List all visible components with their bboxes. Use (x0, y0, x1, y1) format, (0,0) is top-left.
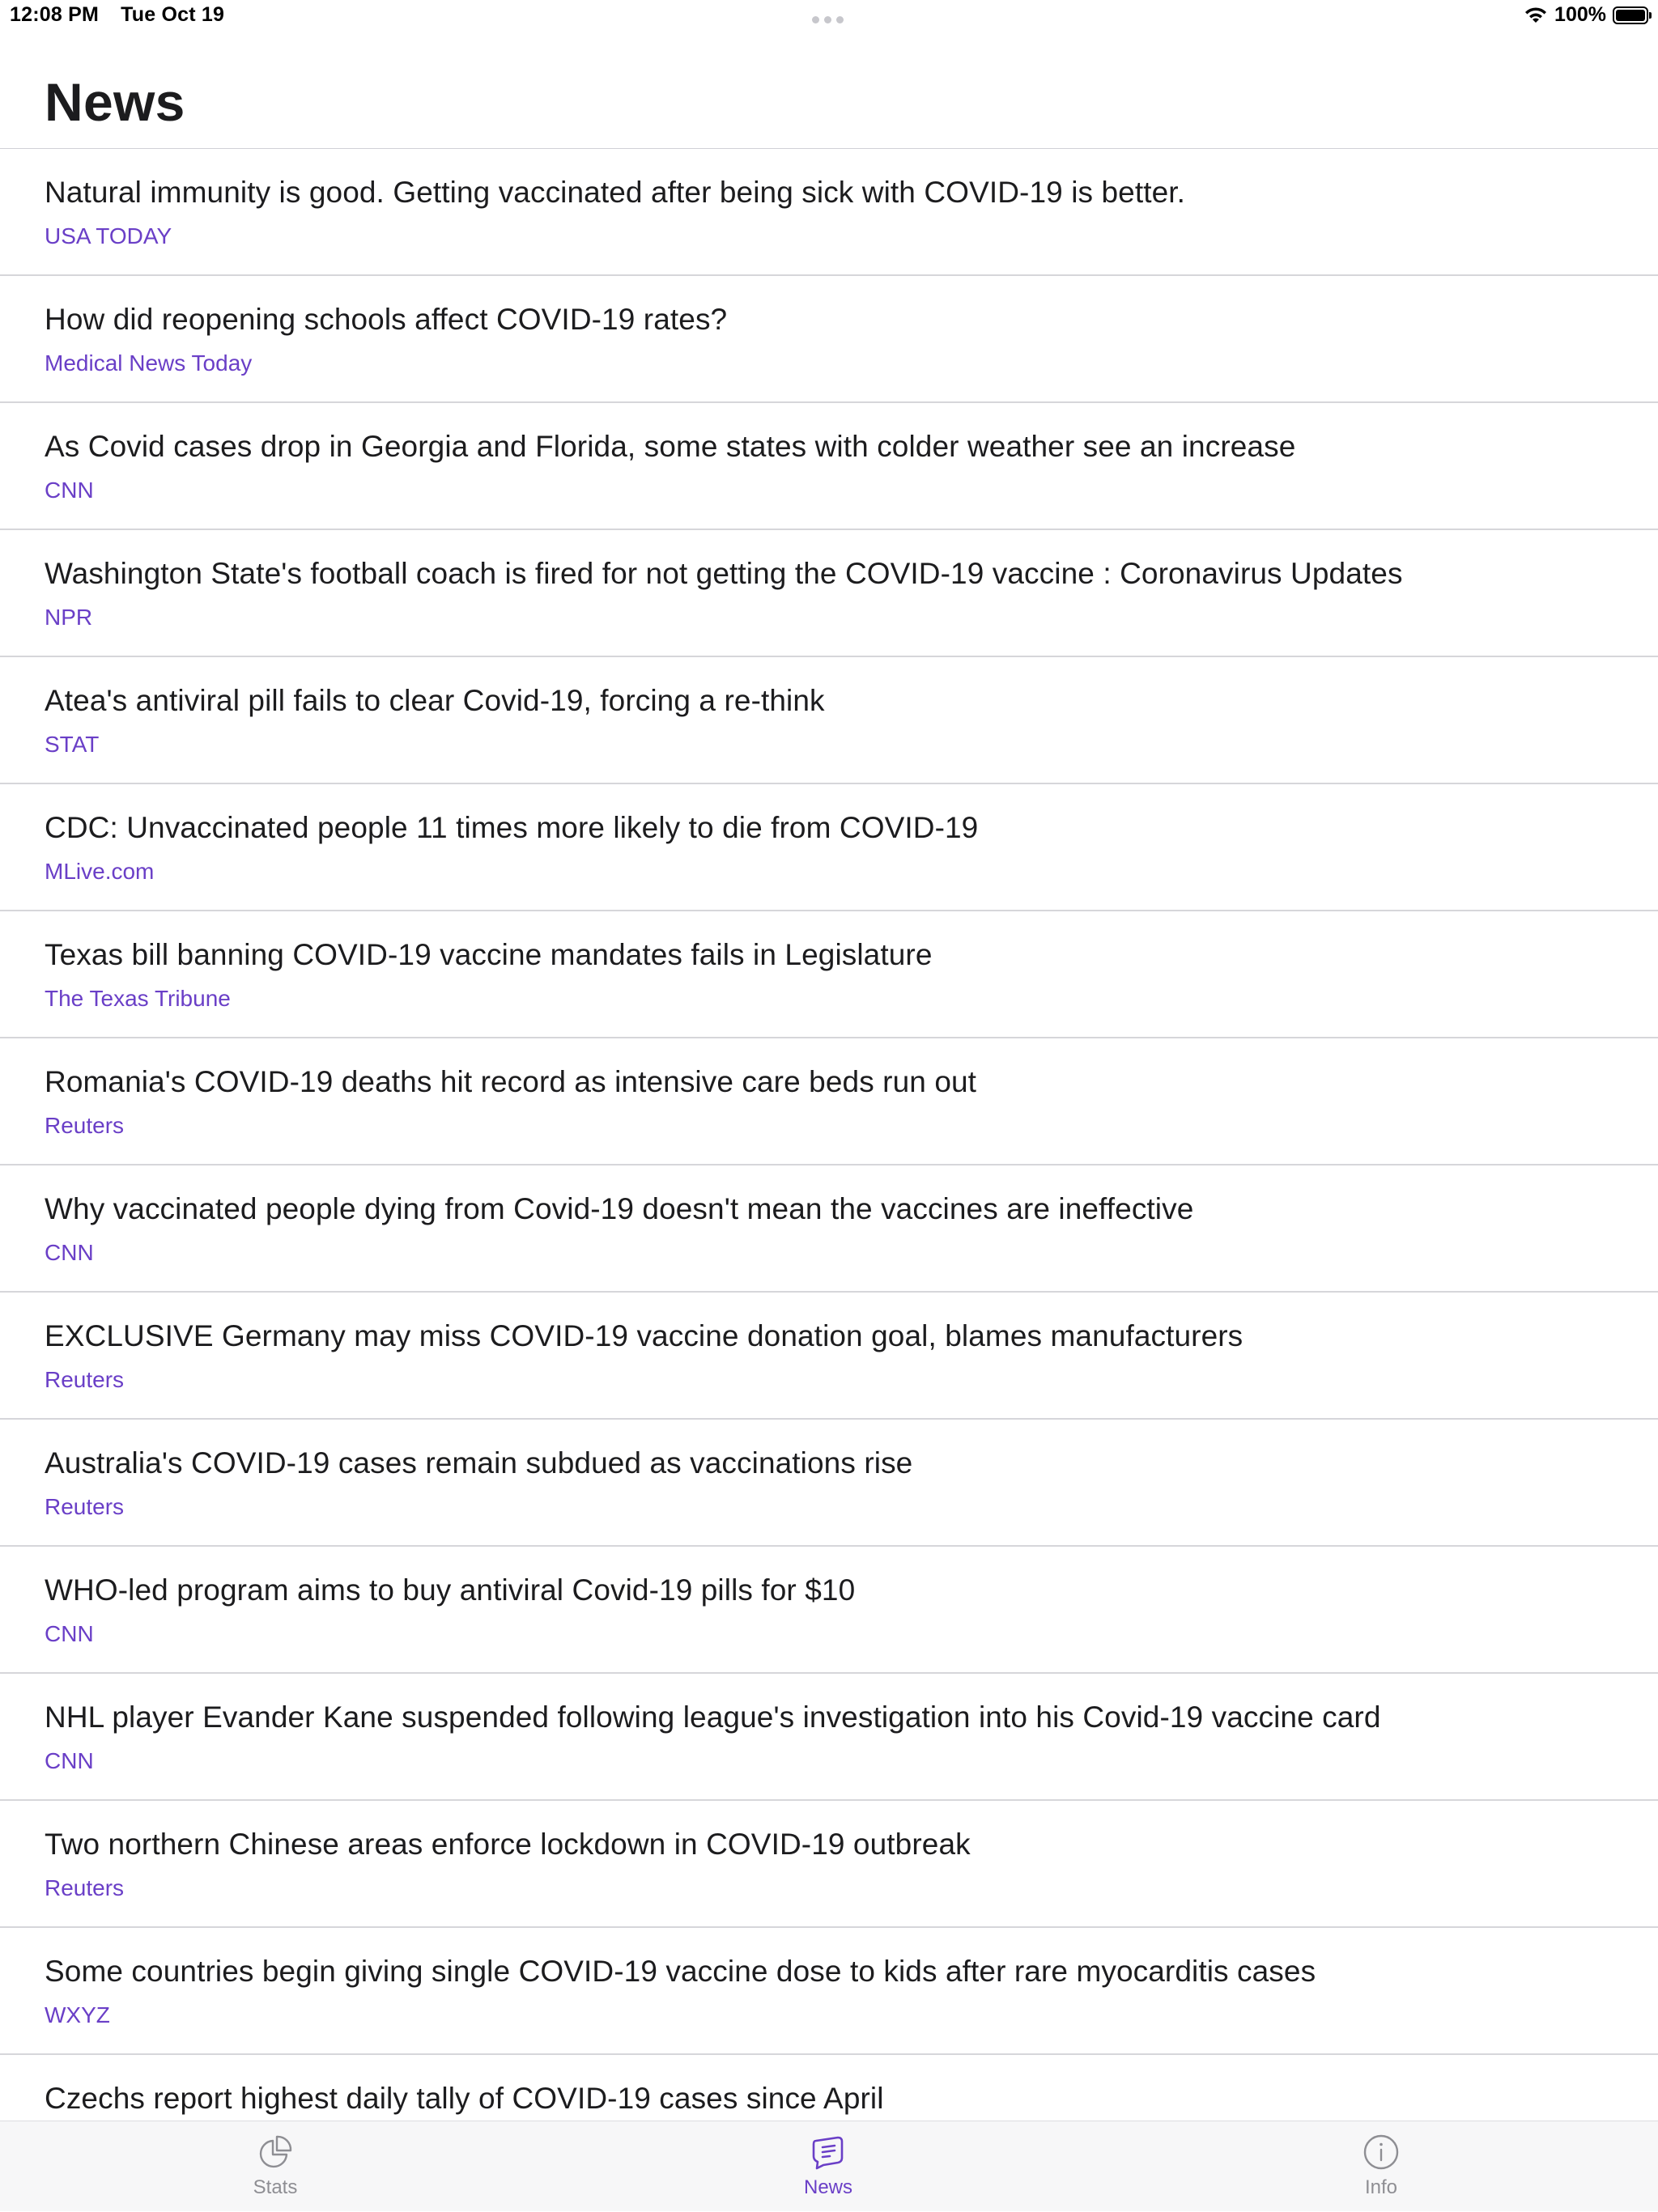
tab-stats-label: Stats (253, 2176, 298, 2198)
news-headline: Romania's COVID-19 deaths hit record as … (45, 1065, 977, 1098)
news-list[interactable]: Natural immunity is good. Getting vaccin… (0, 149, 1658, 2121)
news-source: USA TODAY (45, 223, 172, 248)
news-list-item[interactable]: Why vaccinated people dying from Covid-1… (0, 1165, 1658, 1293)
news-headline: How did reopening schools affect COVID-1… (45, 303, 728, 336)
news-source: CNN (45, 1621, 94, 1646)
news-headline: Australia's COVID-19 cases remain subdue… (45, 1446, 913, 1480)
news-list-item[interactable]: CDC: Unvaccinated people 11 times more l… (0, 784, 1658, 911)
news-list-item[interactable]: WHO-led program aims to buy antiviral Co… (0, 1547, 1658, 1674)
news-list-item[interactable]: As Covid cases drop in Georgia and Flori… (0, 403, 1658, 530)
tab-news-label: News (803, 2176, 852, 2198)
news-headline: EXCLUSIVE Germany may miss COVID-19 vacc… (45, 1319, 1244, 1352)
status-bar: 12:08 PM Tue Oct 19 100% (0, 0, 1658, 34)
battery-icon (1613, 6, 1652, 24)
battery-percentage: 100% (1554, 3, 1606, 26)
news-headline: Czechs report highest daily tally of COV… (45, 2082, 884, 2115)
wifi-icon (1525, 6, 1547, 23)
news-source: CNN (45, 1748, 94, 1773)
news-list-item[interactable]: Two northern Chinese areas enforce lockd… (0, 1801, 1658, 1928)
page-title: News (45, 72, 185, 132)
tab-bar: Stats News Info (0, 2121, 1658, 2211)
pie-chart-icon (259, 2135, 292, 2168)
news-headline: Texas bill banning COVID-19 vaccine mand… (45, 938, 933, 971)
news-source: WXYZ (45, 2002, 110, 2027)
news-source: Medical News Today (45, 350, 253, 376)
tab-stats[interactable]: Stats (194, 2121, 356, 2212)
news-list-item[interactable]: Washington State's football coach is fir… (0, 530, 1658, 657)
news-list-item[interactable]: Atea's antiviral pill fails to clear Cov… (0, 657, 1658, 784)
tab-news[interactable]: News (747, 2121, 909, 2212)
news-list-item[interactable]: Australia's COVID-19 cases remain subdue… (0, 1420, 1658, 1547)
status-time-date: 12:08 PM Tue Oct 19 (10, 3, 224, 27)
news-source: Reuters (45, 1494, 125, 1519)
news-list-item[interactable]: Texas bill banning COVID-19 vaccine mand… (0, 911, 1658, 1038)
news-source: STAT (45, 732, 100, 757)
news-headline: NHL player Evander Kane suspended follow… (45, 1700, 1381, 1734)
multitasking-handle[interactable] (812, 16, 844, 23)
news-headline: Some countries begin giving single COVID… (45, 1955, 1316, 1988)
news-headline: WHO-led program aims to buy antiviral Co… (45, 1573, 856, 1607)
news-source: CNN (45, 478, 94, 503)
info-icon (1363, 2134, 1399, 2170)
news-headline: Atea's antiviral pill fails to clear Cov… (45, 684, 825, 717)
news-source: Reuters (45, 1875, 125, 1900)
news-source: NPR (45, 605, 93, 630)
news-headline: As Covid cases drop in Georgia and Flori… (45, 430, 1296, 463)
tab-info-label: Info (1364, 2176, 1398, 2198)
news-headline: Washington State's football coach is fir… (45, 557, 1403, 590)
news-source: Reuters (45, 1113, 125, 1138)
news-headline: CDC: Unvaccinated people 11 times more l… (45, 811, 979, 844)
news-headline: Natural immunity is good. Getting vaccin… (45, 176, 1186, 209)
tab-info[interactable]: Info (1300, 2121, 1462, 2212)
news-source: CNN (45, 1240, 94, 1265)
news-source: Reuters (45, 1367, 125, 1392)
news-list-item[interactable]: Romania's COVID-19 deaths hit record as … (0, 1038, 1658, 1165)
status-date: Tue Oct 19 (121, 3, 225, 26)
news-list-item[interactable]: EXCLUSIVE Germany may miss COVID-19 vacc… (0, 1293, 1658, 1420)
news-bubble-icon (812, 2136, 844, 2170)
news-list-item[interactable]: Czechs report highest daily tally of COV… (0, 2055, 1658, 2121)
news-headline: Why vaccinated people dying from Covid-1… (45, 1192, 1194, 1225)
news-list-item[interactable]: How did reopening schools affect COVID-1… (0, 276, 1658, 403)
news-list-item[interactable]: Natural immunity is good. Getting vaccin… (0, 149, 1658, 276)
news-source: The Texas Tribune (45, 986, 231, 1011)
news-source: MLive.com (45, 859, 155, 884)
status-time: 12:08 PM (10, 3, 99, 26)
news-headline: Two northern Chinese areas enforce lockd… (45, 1828, 971, 1861)
news-list-item[interactable]: Some countries begin giving single COVID… (0, 1928, 1658, 2055)
status-indicators: 100% (1524, 3, 1652, 27)
news-list-item[interactable]: NHL player Evander Kane suspended follow… (0, 1674, 1658, 1801)
